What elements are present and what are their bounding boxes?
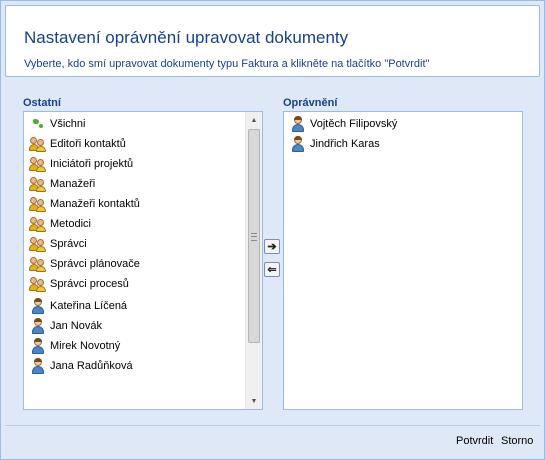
list-item[interactable]: Jindřich Karas [284, 134, 522, 154]
list-item[interactable]: Kateřina Líčená [24, 296, 245, 316]
list-item-label: Metodici [50, 218, 91, 230]
list-item[interactable]: Jana Radůňková [24, 356, 245, 376]
list-item-label: Jan Novák [50, 320, 102, 332]
arrow-left-icon: ⇐ [267, 264, 277, 276]
list-item[interactable]: Správci plánovače [24, 254, 245, 274]
list-item-label: Kateřina Líčená [50, 300, 128, 312]
group-icon [29, 216, 46, 232]
list-item-label: Jindřich Karas [310, 138, 380, 150]
arrow-right-icon: ➔ [267, 241, 277, 253]
list-item-label: Všichni [50, 118, 86, 130]
list-item-label: Správci plánovače [50, 258, 140, 270]
list-item-label: Vojtěch Filipovský [310, 118, 398, 130]
user-icon [30, 358, 46, 374]
assigned-list-label: Oprávnění [283, 97, 338, 109]
list-item[interactable]: Jan Novák [24, 316, 245, 336]
group-icon [29, 156, 46, 172]
dialog-body: Ostatní Oprávnění Všichni Editoři kontakt… [5, 81, 540, 423]
list-item-label: Mirek Novotný [50, 340, 121, 352]
dialog-footer: Potvrdit Storno [5, 425, 540, 455]
scroll-down-arrow-icon[interactable]: ▼ [246, 393, 262, 409]
list-item[interactable]: Manažeři [24, 174, 245, 194]
permission-dialog: Nastavení oprávnění upravovat dokumenty … [0, 0, 545, 460]
available-list-scrollbar[interactable]: ▲ ▼ [245, 112, 262, 409]
list-item-label: Editoři kontaktů [50, 138, 126, 150]
list-item[interactable]: Iniciátoři projektů [24, 154, 245, 174]
confirm-button[interactable]: Potvrdit [456, 435, 493, 447]
list-item[interactable]: Editoři kontaktů [24, 134, 245, 154]
user-icon [30, 338, 46, 354]
dialog-header: Nastavení oprávnění upravovat dokumenty … [5, 5, 540, 77]
list-item[interactable]: Správci procesů [24, 274, 245, 294]
scroll-up-arrow-icon[interactable]: ▲ [246, 112, 262, 128]
user-icon [30, 298, 46, 314]
group-icon [29, 176, 46, 192]
dialog-subtitle: Vyberte, kdo smí upravovat dokumenty typ… [24, 58, 430, 70]
scroll-thumb[interactable] [248, 129, 260, 343]
list-item[interactable]: Vojtěch Filipovský [284, 114, 522, 134]
list-item[interactable]: Mirek Novotný [24, 336, 245, 356]
group-icon [29, 276, 46, 292]
group-icon [29, 136, 46, 152]
list-item[interactable]: Všichni [24, 114, 245, 134]
list-item[interactable]: Metodici [24, 214, 245, 234]
list-item[interactable]: Správci [24, 234, 245, 254]
list-item-label: Jana Radůňková [50, 360, 133, 372]
scroll-grip-icon [251, 233, 257, 241]
group-icon [29, 236, 46, 252]
add-to-assigned-button[interactable]: ➔ [264, 239, 280, 254]
list-item[interactable]: Manažeři kontaktů [24, 194, 245, 214]
group-icon [29, 256, 46, 272]
assigned-listbox[interactable]: Vojtěch Filipovský Jindřich Karas [283, 111, 523, 410]
user-icon [290, 116, 306, 132]
list-item-label: Manažeři kontaktů [50, 198, 140, 210]
globe-icon [30, 116, 46, 132]
list-item-label: Správci procesů [50, 278, 129, 290]
dialog-title: Nastavení oprávnění upravovat dokumenty [24, 28, 349, 47]
group-icon [29, 196, 46, 212]
user-icon [30, 318, 46, 334]
list-item-label: Iniciátoři projektů [50, 158, 134, 170]
available-listbox[interactable]: Všichni Editoři kontaktů Iniciátoři projek… [23, 111, 263, 410]
user-icon [290, 136, 306, 152]
available-list-label: Ostatní [23, 97, 61, 109]
list-item-label: Manažeři [50, 178, 96, 190]
remove-from-assigned-button[interactable]: ⇐ [264, 262, 280, 277]
cancel-button[interactable]: Storno [501, 435, 533, 447]
list-item-label: Správci [50, 238, 87, 250]
